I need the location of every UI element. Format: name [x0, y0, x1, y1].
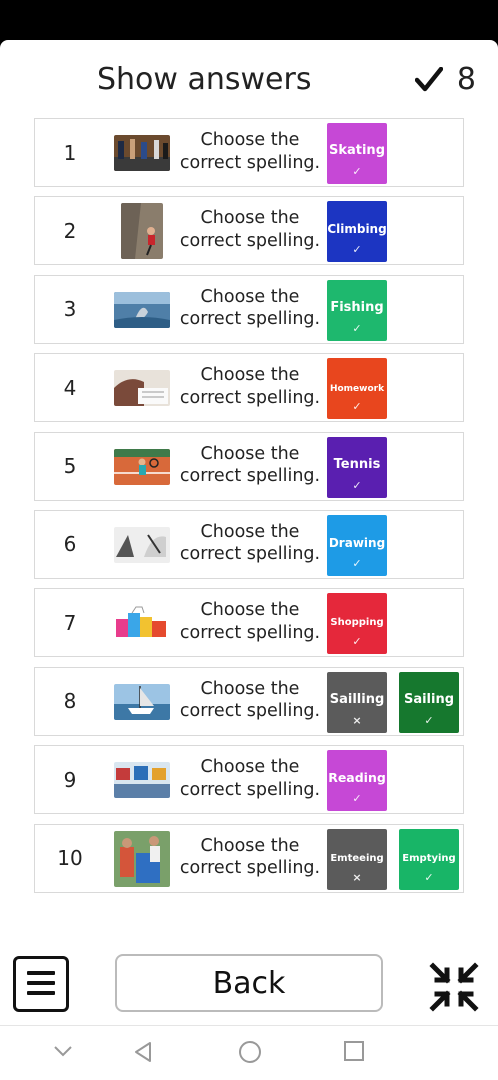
answer-tile[interactable]: Shopping ✓: [327, 593, 387, 655]
reading-photo[interactable]: [114, 762, 170, 799]
cross-icon: ×: [352, 713, 362, 727]
row-number: 7: [63, 610, 77, 635]
answers-list: 1 Choose the correct spelling. Skating ✓ …: [34, 118, 464, 902]
recents-square-icon[interactable]: [343, 1040, 365, 1062]
row-number: 1: [63, 140, 77, 165]
answer-tile-correct[interactable]: Sailing ✓: [399, 671, 459, 733]
check-icon: ✓: [424, 870, 434, 884]
row-number: 4: [63, 375, 77, 400]
answer-row: 9 Choose the correct spelling. Reading ✓: [34, 745, 464, 815]
row-number: 10: [57, 846, 83, 871]
fishing-photo[interactable]: [114, 291, 170, 328]
check-icon: ✓: [352, 478, 362, 492]
prompt-text: Choose the correct spelling.: [179, 286, 321, 330]
answer-tile-wrong[interactable]: Emteeing ×: [327, 828, 387, 890]
tennis-photo[interactable]: [114, 448, 170, 485]
home-circle-icon[interactable]: [238, 1040, 262, 1064]
answer-tile-wrong[interactable]: Sailling ×: [327, 671, 387, 733]
cross-icon: ×: [352, 870, 362, 884]
answer-tile-correct[interactable]: Emptying ✓: [399, 828, 459, 890]
header: Show answers 8: [0, 40, 498, 118]
row-number: 5: [63, 454, 77, 479]
answer-tile[interactable]: Climbing ✓: [327, 201, 387, 263]
answer-tile[interactable]: Drawing ✓: [327, 514, 387, 576]
prompt-text: Choose the correct spelling.: [179, 835, 321, 879]
answer-tile[interactable]: Reading ✓: [327, 750, 387, 812]
chevron-down-icon[interactable]: [52, 1040, 74, 1062]
row-number: 9: [63, 767, 77, 792]
emptying-photo[interactable]: [114, 830, 170, 887]
page-title: Show answers: [97, 62, 312, 97]
answer-row: 8 Choose the correct spelling. Sailling ×…: [34, 666, 464, 736]
sailing-photo[interactable]: [114, 683, 170, 720]
app-screen: Show answers 8 1 Choose the correct spell…: [0, 40, 498, 1080]
answer-row: 3 Choose the correct spelling. Fishing ✓: [34, 274, 464, 344]
check-icon: ✓: [352, 243, 362, 257]
row-number: 3: [63, 297, 77, 322]
back-button[interactable]: Back: [115, 954, 383, 1012]
exit-fullscreen-icon[interactable]: [427, 960, 481, 1014]
prompt-text: Choose the correct spelling.: [179, 443, 321, 487]
score-display: 8: [414, 62, 476, 97]
prompt-text: Choose the correct spelling.: [179, 365, 321, 408]
row-number: 2: [63, 218, 77, 243]
prompt-text: Choose the correct spelling.: [179, 600, 321, 643]
answer-row: 4 Choose the correct spelling. Homework ✓: [34, 353, 464, 423]
system-navigation-bar: [0, 1025, 498, 1080]
answer-row: 6 Choose the correct spelling. Drawing ✓: [34, 509, 464, 579]
answer-row: 2 Choose the correct spelling. Climbing ✓: [34, 196, 464, 266]
answer-row: 10 Choose the correct spelling. Emteeing …: [34, 823, 464, 893]
climbing-photo[interactable]: [121, 203, 163, 260]
answer-row: 5 Choose the correct spelling. Tennis ✓: [34, 431, 464, 501]
prompt-text: Choose the correct spelling.: [179, 130, 321, 173]
check-icon: [414, 66, 443, 93]
prompt-text: Choose the correct spelling.: [179, 678, 321, 722]
back-triangle-icon[interactable]: [132, 1040, 154, 1064]
footer-bar: Back: [0, 945, 498, 1023]
answer-tile[interactable]: Fishing ✓: [327, 279, 387, 341]
row-number: 8: [63, 689, 77, 714]
check-icon: ✓: [352, 556, 362, 570]
hamburger-menu-icon[interactable]: [13, 956, 69, 1012]
drawing-photo[interactable]: [114, 526, 170, 563]
shopping-photo[interactable]: [114, 605, 170, 642]
row-number: 6: [63, 532, 77, 557]
check-icon: ✓: [352, 635, 362, 649]
check-icon: ✓: [352, 400, 362, 414]
prompt-text: Choose the correct spelling.: [179, 208, 321, 251]
homework-photo[interactable]: [114, 370, 170, 407]
answer-row: 7 Choose the correct spelling. Shopping ✓: [34, 588, 464, 658]
score-value: 8: [456, 62, 476, 97]
check-icon: ✓: [352, 321, 362, 335]
prompt-text: Choose the correct spelling.: [179, 757, 321, 800]
answer-tile[interactable]: Tennis ✓: [327, 436, 387, 498]
skating-photo[interactable]: [114, 135, 170, 171]
answer-tile[interactable]: Skating ✓: [327, 123, 387, 184]
answer-row: 1 Choose the correct spelling. Skating ✓: [34, 118, 464, 187]
check-icon: ✓: [424, 713, 434, 727]
prompt-text: Choose the correct spelling.: [179, 521, 321, 565]
check-icon: ✓: [352, 165, 362, 178]
check-icon: ✓: [352, 792, 362, 806]
answer-tile[interactable]: Homework ✓: [327, 358, 387, 420]
